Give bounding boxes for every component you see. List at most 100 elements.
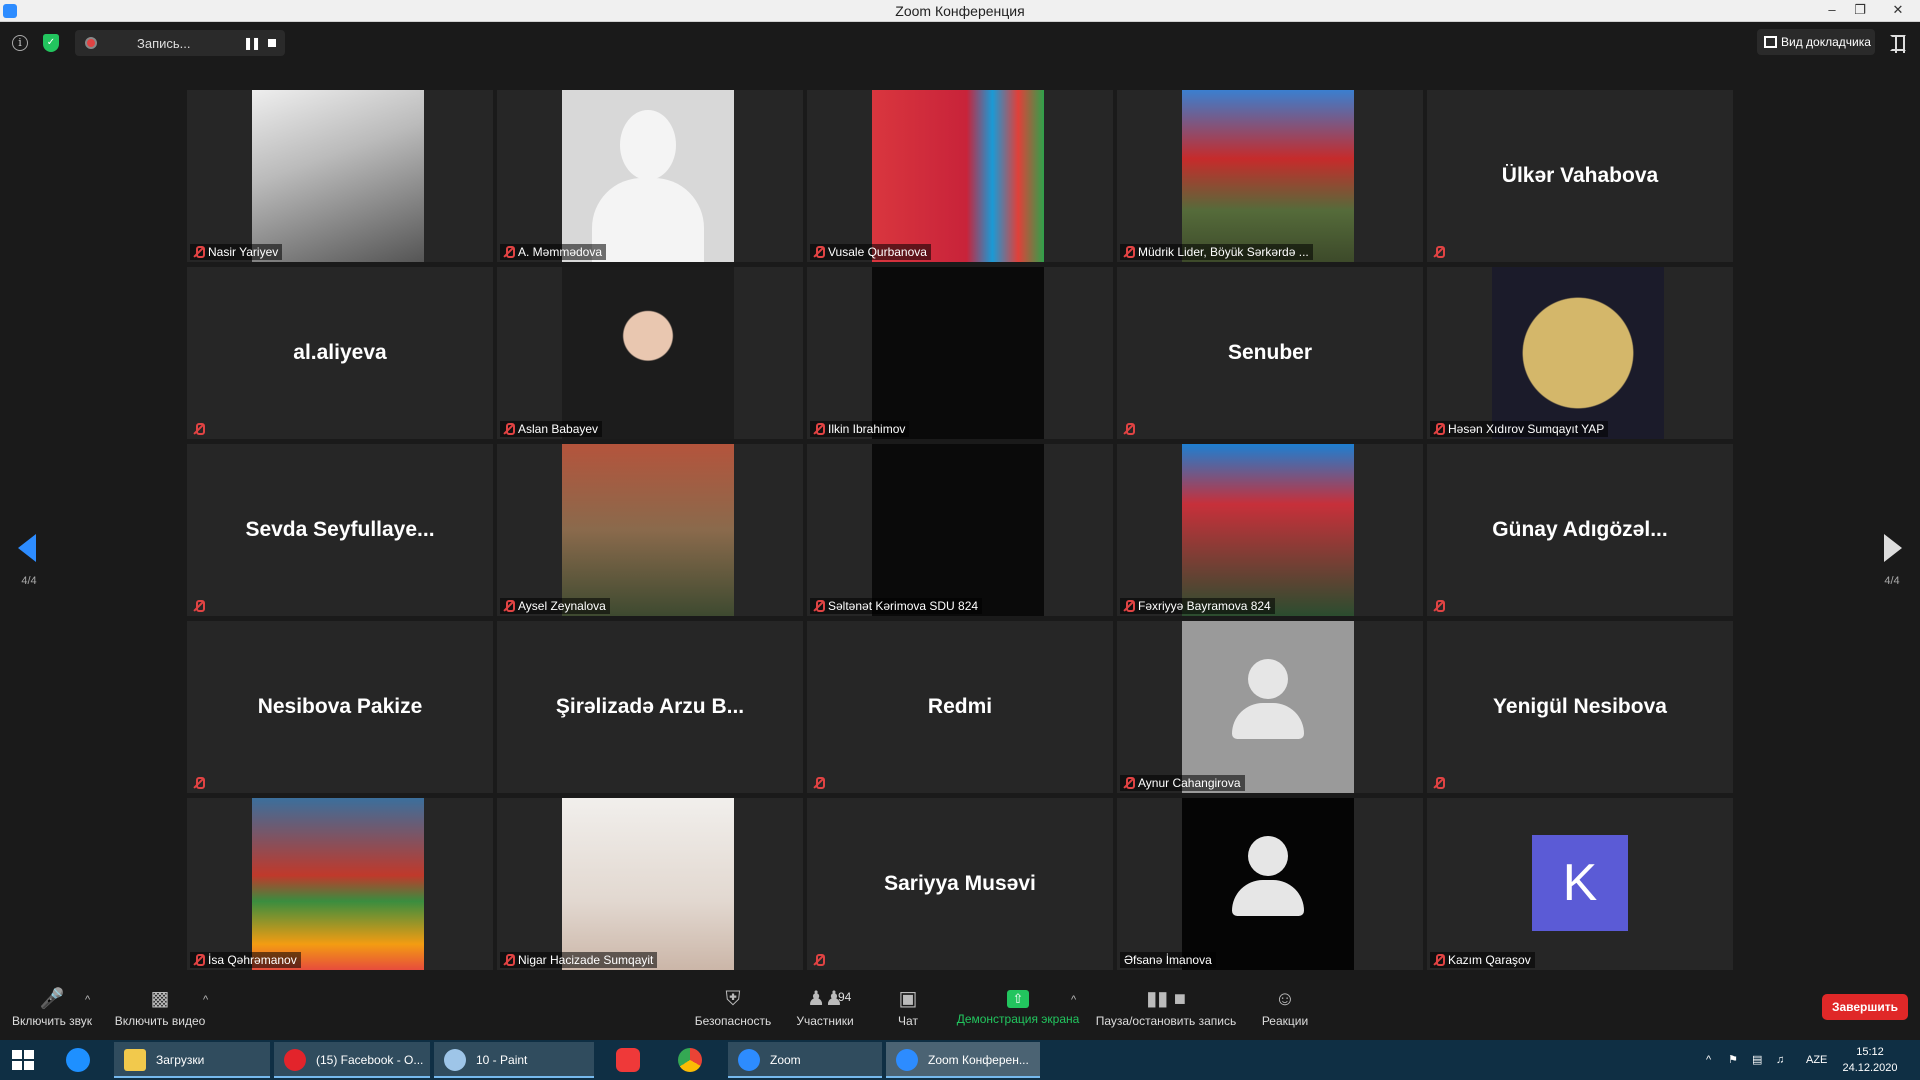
pause-stop-recording-button[interactable]: ▮▮ ■ Пауза/остановить запись [1095, 980, 1237, 1040]
participants-button[interactable]: ♟♟ Участники [790, 980, 860, 1040]
taskbar-label-zoom: Zoom [770, 1053, 801, 1067]
participant-video-frame [562, 798, 734, 970]
participant-tile[interactable]: Aysel Zeynalova [497, 444, 803, 616]
participant-tile[interactable]: Fəxriyyə Bayramova 824 [1117, 444, 1423, 616]
taskbar-item-paint[interactable]: 10 - Paint [434, 1042, 594, 1078]
stop-recording-icon[interactable] [268, 39, 276, 47]
windows-taskbar: Загрузки (15) Facebook - O... 10 - Paint… [0, 1040, 1920, 1080]
participant-tile[interactable]: Müdrik Lider, Böyük Sərkərdə ... [1117, 90, 1423, 262]
chrome-icon[interactable] [678, 1048, 702, 1072]
encryption-shield-icon[interactable]: ✓ [43, 34, 59, 52]
participant-video-frame [872, 444, 1044, 616]
avatar-silhouette-body [1232, 703, 1304, 739]
participant-tile[interactable]: Həsən Xıdırov Sumqayıt YAP [1427, 267, 1733, 439]
participant-tile[interactable]: Nesibova Pakize [187, 621, 493, 793]
participant-tile[interactable]: Ilkin Ibrahimov [807, 267, 1113, 439]
reactions-label: Реакции [1261, 1014, 1309, 1028]
share-options-caret-icon[interactable]: ^ [1071, 994, 1076, 1006]
participant-tile[interactable]: Nasir Yariyev [187, 90, 493, 262]
participant-tile[interactable]: Əfsanə İmanova [1117, 798, 1423, 970]
unmute-button[interactable]: 🎤 Включить звук [8, 980, 96, 1040]
participant-name: Kazım Qaraşov [1448, 953, 1531, 967]
participant-name: Əfsanə İmanova [1124, 953, 1212, 967]
vivaldi-icon[interactable] [616, 1048, 640, 1072]
taskbar-item-zoom[interactable]: Zoom [728, 1042, 882, 1078]
participant-display-name: Senuber [1227, 341, 1313, 364]
participant-name-label [810, 775, 828, 791]
info-icon[interactable]: i [12, 35, 28, 51]
participant-video-frame [872, 90, 1044, 262]
avatar-silhouette-body [592, 178, 704, 262]
participant-tile[interactable]: A. Məmmədova [497, 90, 803, 262]
muted-mic-icon [193, 600, 205, 612]
muted-mic-icon [1123, 246, 1135, 258]
taskbar-label-zoom-meeting: Zoom Конферен... [928, 1053, 1029, 1067]
close-button[interactable]: ✕ [1876, 0, 1920, 22]
start-video-label: Включить видео [114, 1014, 206, 1028]
muted-mic-icon [1123, 423, 1135, 435]
avatar-silhouette-body [1232, 880, 1304, 916]
participant-tile[interactable]: Aslan Babayev [497, 267, 803, 439]
participant-name: Vusale Qurbanova [828, 245, 927, 259]
participant-tile[interactable]: Şirəlizadə Arzu B... [497, 621, 803, 793]
participant-tile[interactable]: Səltənət Kərimova SDU 824 [807, 444, 1113, 616]
volume-icon[interactable]: ♫ [1776, 1040, 1784, 1080]
participant-name-label: Ilkin Ibrahimov [810, 421, 910, 437]
fullscreen-icon[interactable] [1890, 35, 1906, 53]
next-page-arrow-icon[interactable] [1884, 534, 1902, 562]
pause-recording-icon[interactable]: ❚❚ [243, 36, 261, 50]
video-options-caret-icon[interactable]: ^ [203, 994, 208, 1006]
participant-name-label: Kazım Qaraşov [1430, 952, 1535, 968]
muted-mic-icon [193, 423, 205, 435]
participant-video-frame [1182, 90, 1354, 262]
speaker-view-button[interactable]: Вид докладчика [1757, 29, 1875, 55]
network-icon[interactable]: ▤ [1752, 1040, 1762, 1080]
zoom-icon [738, 1049, 760, 1071]
share-screen-button[interactable]: ⇧ Демонстрация экрана [955, 980, 1081, 1040]
participant-tile[interactable]: Ülkər Vahabova [1427, 90, 1733, 262]
taskbar-item-zoom-meeting[interactable]: Zoom Конферен... [886, 1042, 1040, 1078]
security-shield-icon: ⛨ [725, 988, 741, 1010]
audio-options-caret-icon[interactable]: ^ [85, 994, 90, 1006]
tray-expand-icon[interactable]: ^ [1706, 1040, 1711, 1080]
taskbar-label-downloads: Загрузки [156, 1053, 205, 1067]
tray-flag-icon[interactable]: ⚑ [1728, 1040, 1738, 1080]
reactions-button[interactable]: ☺ Реакции [1252, 980, 1318, 1040]
chat-button[interactable]: ▣ Чат [876, 980, 940, 1040]
participant-tile[interactable]: Sariyya Musəvi [807, 798, 1113, 970]
participant-tile[interactable]: İsa Qəhrəmanov [187, 798, 493, 970]
participant-tile[interactable]: Redmi [807, 621, 1113, 793]
windows-start-icon[interactable] [12, 1050, 34, 1070]
participant-tile[interactable]: Aynur Cahangirova [1117, 621, 1423, 793]
muted-mic-icon [1123, 600, 1135, 612]
muted-mic-icon [503, 423, 515, 435]
participant-name-label: Aslan Babayev [500, 421, 603, 437]
previous-page-arrow-icon[interactable] [18, 534, 36, 562]
participant-name: Fəxriyyə Bayramova 824 [1138, 599, 1271, 613]
taskbar-label-opera: (15) Facebook - O... [316, 1053, 424, 1067]
start-video-button[interactable]: ▩ Включить видео [110, 980, 210, 1040]
internet-explorer-icon[interactable] [66, 1048, 90, 1072]
participant-name-label: Aynur Cahangirova [1120, 775, 1245, 791]
participant-tile[interactable]: Vusale Qurbanova [807, 90, 1113, 262]
participant-tile[interactable]: Günay Adıgözəl... [1427, 444, 1733, 616]
avatar-silhouette-icon [1248, 836, 1288, 876]
taskbar-clock[interactable]: 15:12 24.12.2020 [1840, 1044, 1900, 1076]
security-button[interactable]: ⛨ Безопасность [690, 980, 776, 1040]
participant-display-name: Sariyya Musəvi [884, 872, 1036, 895]
taskbar-item-opera[interactable]: (15) Facebook - O... [274, 1042, 430, 1078]
end-meeting-button[interactable]: Завершить [1822, 994, 1908, 1020]
participant-display-name: Şirəlizadə Arzu B... [555, 695, 745, 718]
participant-tile[interactable]: Senuber [1117, 267, 1423, 439]
participants-label: Участники [796, 1014, 854, 1028]
meeting-area: i ✓ Запись... ❚❚ Вид докладчика 4/4 4/4 … [0, 22, 1920, 980]
participant-tile[interactable]: Yenigül Nesibova [1427, 621, 1733, 793]
window-title: Zoom Конференция [895, 3, 1025, 19]
taskbar-item-downloads[interactable]: Загрузки [114, 1042, 270, 1078]
participant-tile[interactable]: al.aliyeva [187, 267, 493, 439]
language-indicator[interactable]: AZE [1806, 1040, 1827, 1080]
participant-name-label: Əfsanə İmanova [1120, 952, 1216, 968]
participant-tile[interactable]: Sevda Seyfullaye... [187, 444, 493, 616]
participant-tile[interactable]: Nigar Hacizade Sumqayit [497, 798, 803, 970]
participant-tile[interactable]: K Kazım Qaraşov [1427, 798, 1733, 970]
